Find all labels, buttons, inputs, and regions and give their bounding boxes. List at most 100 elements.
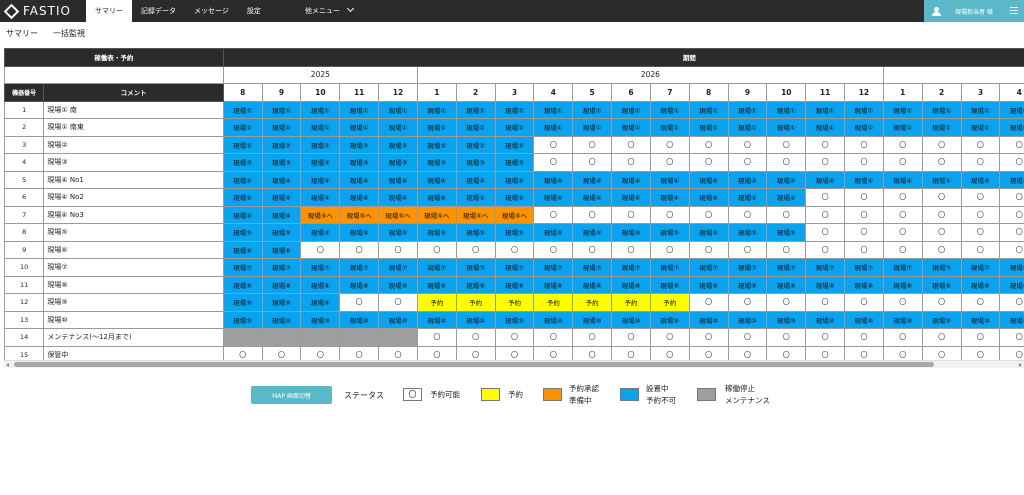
schedule-cell-installed[interactable]: 現場⑦: [999, 258, 1024, 277]
schedule-cell-installed[interactable]: 現場⑩: [533, 310, 574, 329]
schedule-cell-available[interactable]: 〇: [572, 153, 613, 172]
schedule-cell-available[interactable]: 〇: [882, 345, 923, 360]
schedule-cell-installed[interactable]: 現場③: [300, 153, 341, 172]
schedule-cell-installed[interactable]: 現場⑦: [339, 258, 380, 277]
schedule-cell-installed[interactable]: 現場①: [727, 100, 768, 119]
schedule-cell-available[interactable]: 〇: [805, 153, 846, 172]
schedule-cell-available[interactable]: 〇: [882, 135, 923, 154]
nav-messages[interactable]: メッセージ: [185, 0, 238, 22]
schedule-cell-installed[interactable]: 現場⑧: [378, 275, 418, 294]
schedule-cell-installed[interactable]: 現場④: [300, 170, 341, 189]
schedule-cell-available[interactable]: 〇: [844, 293, 884, 312]
schedule-cell-installed[interactable]: 現場①: [572, 100, 613, 119]
schedule-cell-available[interactable]: 〇: [572, 205, 613, 224]
schedule-cell-installed[interactable]: 現場①: [455, 100, 496, 119]
schedule-cell-available[interactable]: 〇: [960, 223, 1001, 242]
schedule-cell-maintenance[interactable]: [339, 328, 380, 347]
schedule-cell-available[interactable]: 〇: [960, 293, 1001, 312]
horizontal-scrollbar[interactable]: [4, 360, 1024, 368]
schedule-cell-available[interactable]: 〇: [416, 345, 457, 360]
schedule-cell-installed[interactable]: 現場⑨: [261, 293, 302, 312]
schedule-cell-installed[interactable]: 現場⑦: [844, 258, 884, 277]
schedule-cell-available[interactable]: 〇: [727, 328, 768, 347]
schedule-cell-available[interactable]: 〇: [688, 205, 729, 224]
schedule-cell-installed[interactable]: 現場⑨: [300, 293, 341, 312]
schedule-cell-installed[interactable]: 現場①: [572, 118, 613, 137]
schedule-cell-installed[interactable]: 現場⑦: [222, 258, 263, 277]
schedule-cell-installed[interactable]: 現場⑩: [882, 310, 923, 329]
schedule-cell-installed[interactable]: 現場②: [300, 135, 341, 154]
schedule-cell-installed[interactable]: 現場④: [261, 170, 302, 189]
schedule-cell-installed[interactable]: 現場⑦: [533, 258, 574, 277]
schedule-cell-installed[interactable]: 現場①: [378, 100, 418, 119]
schedule-cell-available[interactable]: 〇: [882, 205, 923, 224]
schedule-cell-available[interactable]: 〇: [533, 153, 574, 172]
schedule-cell-installed[interactable]: 現場⑤: [572, 223, 613, 242]
schedule-cell-available[interactable]: 〇: [649, 135, 690, 154]
schedule-cell-maintenance[interactable]: [222, 328, 263, 347]
schedule-cell-installed[interactable]: 現場①: [766, 118, 807, 137]
schedule-cell-installed[interactable]: 現場⑤: [727, 223, 768, 242]
schedule-cell-available[interactable]: 〇: [882, 293, 923, 312]
schedule-cell-available[interactable]: 〇: [921, 135, 962, 154]
schedule-cell-reserved[interactable]: 予約: [416, 293, 457, 312]
schedule-cell-available[interactable]: 〇: [455, 345, 496, 360]
schedule-cell-installed[interactable]: 現場⑦: [921, 258, 962, 277]
schedule-cell-installed[interactable]: 現場⑩: [494, 310, 535, 329]
schedule-cell-installed[interactable]: 現場①: [416, 100, 457, 119]
schedule-cell-available[interactable]: 〇: [649, 345, 690, 360]
schedule-cell-installed[interactable]: 現場②: [222, 135, 263, 154]
schedule-cell-installed[interactable]: 現場⑦: [688, 258, 729, 277]
schedule-cell-installed[interactable]: 現場⑧: [649, 275, 690, 294]
schedule-cell-maintenance[interactable]: [261, 328, 302, 347]
schedule-cell-installed[interactable]: 現場⑩: [300, 310, 341, 329]
schedule-cell-available[interactable]: 〇: [805, 205, 846, 224]
schedule-cell-installed[interactable]: 現場④: [378, 170, 418, 189]
schedule-cell-installed[interactable]: 現場①: [261, 100, 302, 119]
schedule-cell-installed[interactable]: 現場④: [494, 188, 535, 207]
schedule-cell-available[interactable]: 〇: [960, 153, 1001, 172]
schedule-cell-installed[interactable]: 現場①: [300, 118, 341, 137]
schedule-cell-installed[interactable]: 現場④: [222, 205, 263, 224]
schedule-cell-available[interactable]: 〇: [844, 188, 884, 207]
schedule-cell-available[interactable]: 〇: [921, 240, 962, 259]
schedule-cell-installed[interactable]: 現場⑤: [300, 223, 341, 242]
schedule-cell-installed[interactable]: 現場①: [921, 100, 962, 119]
schedule-cell-installed[interactable]: 現場②: [416, 135, 457, 154]
schedule-cell-available[interactable]: 〇: [844, 240, 884, 259]
schedule-cell-available[interactable]: 〇: [844, 205, 884, 224]
schedule-cell-installed[interactable]: 現場⑦: [727, 258, 768, 277]
schedule-cell-available[interactable]: 〇: [999, 328, 1024, 347]
schedule-cell-available[interactable]: 〇: [999, 135, 1024, 154]
schedule-cell-installed[interactable]: 現場⑧: [611, 275, 651, 294]
schedule-cell-reserved[interactable]: 予約: [572, 293, 613, 312]
schedule-cell-installed[interactable]: 現場⑥: [222, 240, 263, 259]
schedule-cell-available[interactable]: 〇: [688, 153, 729, 172]
schedule-cell-installed[interactable]: 現場⑧: [416, 275, 457, 294]
nav-settings[interactable]: 設定: [238, 0, 270, 22]
schedule-cell-installed[interactable]: 現場⑤: [688, 223, 729, 242]
schedule-cell-available[interactable]: 〇: [533, 345, 574, 360]
fastio-logo[interactable]: FASTIO: [3, 3, 71, 19]
schedule-cell-available[interactable]: 〇: [844, 135, 884, 154]
schedule-cell-available[interactable]: 〇: [844, 345, 884, 360]
schedule-cell-installed[interactable]: 現場⑦: [378, 258, 418, 277]
schedule-cell-available[interactable]: 〇: [727, 345, 768, 360]
schedule-cell-available[interactable]: 〇: [611, 240, 651, 259]
schedule-cell-installed[interactable]: 現場⑩: [999, 310, 1024, 329]
schedule-cell-installed[interactable]: 現場①: [416, 118, 457, 137]
schedule-cell-installed[interactable]: 現場④: [533, 188, 574, 207]
schedule-cell-installed[interactable]: 現場⑩: [261, 310, 302, 329]
schedule-cell-installed[interactable]: 現場⑧: [455, 275, 496, 294]
schedule-cell-available[interactable]: 〇: [533, 205, 574, 224]
schedule-cell-available[interactable]: 〇: [572, 240, 613, 259]
schedule-cell-available[interactable]: 〇: [222, 345, 263, 360]
schedule-cell-installed[interactable]: 現場⑧: [339, 275, 380, 294]
schedule-cell-available[interactable]: 〇: [805, 240, 846, 259]
scrollbar-thumb[interactable]: [14, 362, 934, 367]
schedule-cell-installed[interactable]: 現場⑧: [921, 275, 962, 294]
schedule-cell-installed[interactable]: 現場⑥: [261, 240, 302, 259]
schedule-cell-installed[interactable]: 現場⑦: [960, 258, 1001, 277]
schedule-cell-installed[interactable]: 現場①: [378, 118, 418, 137]
schedule-cell-available[interactable]: 〇: [300, 240, 341, 259]
